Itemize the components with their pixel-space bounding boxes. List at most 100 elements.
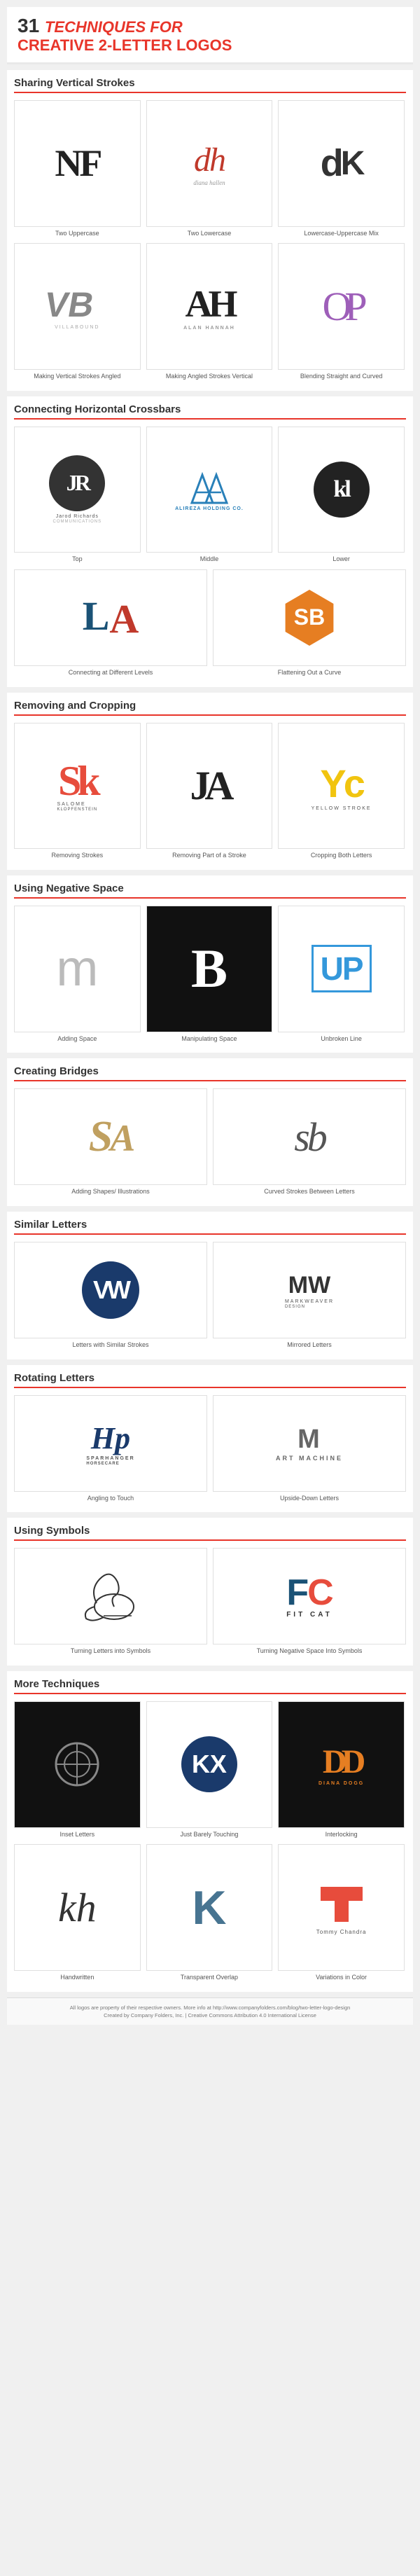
page: 31 TECHNIQUES FORCREATIVE 2-LETTER LOGOS… — [0, 0, 420, 2032]
dd-logo: DD — [323, 1743, 360, 1781]
fc-sub: FIT CAT — [286, 1611, 332, 1619]
section-title: More Techniques — [14, 1678, 406, 1694]
logo-box-tc: Tommy Chandra — [278, 1844, 405, 1971]
dd-sub: DIANA DOGG — [318, 1781, 364, 1786]
section-more: More Techniques Inset Letters — [7, 1671, 413, 1992]
logo-label: Variations in Color — [316, 1974, 367, 1982]
sp-sub: SPARHANGERHORSECARE — [86, 1456, 134, 1466]
list-item: kl Lower — [278, 427, 405, 564]
logo-grid: m Adding Space B Manipulating Space UP U… — [14, 906, 406, 1043]
section-title: Similar Letters — [14, 1219, 406, 1235]
logo-label: Letters with Similar Strokes — [72, 1341, 148, 1350]
logo-box-kt: K — [146, 1844, 273, 1971]
section-title: Using Symbols — [14, 1525, 406, 1541]
kh-logo: kh — [58, 1884, 97, 1931]
logo-label: Making Vertical Strokes Angled — [34, 373, 120, 381]
section-title: Connecting Horizontal Crossbars — [14, 403, 406, 420]
sa-logo: SA — [89, 1112, 133, 1162]
logo-grid: Inset Letters KX Just Barely Touching DD… — [14, 1701, 406, 1982]
dh-logo: dh — [194, 141, 225, 179]
kt-logo: K — [192, 1881, 226, 1935]
vb-logo-wrap: VB VILLABOUND — [46, 283, 108, 330]
logo-box-vb: VB VILLABOUND — [14, 243, 141, 370]
logo-label: Lowercase-Uppercase Mix — [304, 230, 379, 238]
list-item: MW MARKWEAVERDESIGN Mirrored Letters — [213, 1242, 406, 1350]
sb2-logo: sb — [294, 1114, 325, 1161]
section-title: Creating Bridges — [14, 1065, 406, 1081]
list-item: Hp SPARHANGERHORSECARE Angling to Touch — [14, 1395, 207, 1503]
sp-logo: Hp — [91, 1420, 130, 1456]
la-logo: LA — [83, 593, 139, 642]
logo-box-artm: M ART MACHINE — [213, 1395, 406, 1492]
section-title: Rotating Letters — [14, 1372, 406, 1388]
logo-label: Lower — [332, 555, 350, 564]
list-item: M ART MACHINE Upside-Down Letters — [213, 1395, 406, 1503]
logo-label: Cropping Both Letters — [311, 852, 372, 860]
sb-hex: SB — [281, 590, 337, 646]
logo-grid: Hp SPARHANGERHORSECARE Angling to Touch … — [14, 1395, 406, 1503]
logo-box-up: UP — [278, 906, 405, 1032]
yc-wrap: Yc YELLOW STROKE — [312, 761, 372, 811]
list-item: VB VILLABOUND Making Vertical Strokes An… — [14, 243, 141, 380]
logo-box-sk: Sk SALOMEKLOPFENSTEIN — [14, 723, 141, 850]
list-item: Tommy Chandra Variations in Color — [278, 1844, 405, 1981]
ah-logo: AH — [185, 282, 233, 326]
logo-label: Handwritten — [60, 1974, 94, 1982]
logo-label: Transparent Overlap — [181, 1974, 238, 1982]
logo-box-op: OP — [278, 243, 405, 370]
logo-label: Making Angled Strokes Vertical — [166, 373, 253, 381]
tc-wrap: Tommy Chandra — [316, 1880, 367, 1935]
tc-sub: Tommy Chandra — [316, 1929, 367, 1935]
list-item: dK Lowercase-Uppercase Mix — [278, 100, 405, 237]
list-item: Sk SALOMEKLOPFENSTEIN Removing Strokes — [14, 723, 141, 860]
artm-wrap: M ART MACHINE — [276, 1425, 343, 1462]
logo-label: Manipulating Space — [181, 1035, 237, 1044]
la-a: A — [109, 596, 139, 642]
logo-box-alireza: ALIREZA HOLDING CO. — [146, 427, 273, 553]
title-line2: CREATIVE 2-LETTER LOGOS — [18, 36, 232, 54]
list-item: dh diana hallen Two Lowercase — [146, 100, 273, 237]
logo-box-sp: Hp SPARHANGERHORSECARE — [14, 1395, 207, 1492]
logo-grid: JR Jarod RichardsCOMMUNICATIONS Top — [14, 427, 406, 677]
logo-grid: SA Adding Shapes/ Illustrations sb Curve… — [14, 1088, 406, 1196]
mw-logo: MW — [288, 1272, 330, 1299]
alireza-sub: ALIREZA HOLDING CO. — [175, 506, 244, 511]
la-l: L — [83, 593, 110, 639]
logo-box-comedy — [14, 1701, 141, 1828]
ja-logo: JA — [190, 762, 229, 809]
logo-grid: NF Two Uppercase dh diana hallen Two Low… — [14, 100, 406, 381]
list-item: B Manipulating Space — [146, 906, 273, 1043]
list-item: SB Flattening Out a Curve — [213, 569, 406, 677]
list-item: Turning Letters into Symbols — [14, 1548, 207, 1656]
logo-box-la: LA — [14, 569, 207, 666]
footer: All logos are property of their respecti… — [7, 1997, 413, 2026]
logo-box-yc: Yc YELLOW STROKE — [278, 723, 405, 850]
comedy-wrap — [52, 1740, 102, 1789]
logo-label: Curved Strokes Between Letters — [264, 1188, 355, 1196]
logo-box-kx: KX — [146, 1701, 273, 1828]
logo-box-sb: SB — [213, 569, 406, 666]
section-removing-cropping: Removing and Cropping Sk SALOMEKLOPFENST… — [7, 693, 413, 870]
dh-logo-wrap: dh diana hallen — [193, 141, 225, 186]
logo-label: Two Uppercase — [55, 230, 99, 238]
logo-label: Inset Letters — [60, 1831, 95, 1839]
mw-wrap: MW MARKWEAVERDESIGN — [285, 1272, 334, 1309]
page-title: 31 TECHNIQUES FORCREATIVE 2-LETTER LOGOS — [18, 15, 402, 54]
list-item: LA Connecting at Different Levels — [14, 569, 207, 677]
list-item: K Transparent Overlap — [146, 1844, 273, 1981]
logo-label: Adding Space — [57, 1035, 97, 1044]
logo-label: Upside-Down Letters — [280, 1495, 339, 1503]
tc-horizontal — [321, 1887, 363, 1901]
dk-logo: dK — [321, 141, 363, 185]
fc-logo: FC — [286, 1574, 332, 1611]
logo-label: Connecting at Different Levels — [69, 669, 153, 677]
ah-logo-wrap: AH ALAN HANNAH — [183, 282, 235, 331]
logo-label: Two Lowercase — [188, 230, 232, 238]
list-item: OP Blending Straight and Curved — [278, 243, 405, 380]
logo-box-jr: JR Jarod RichardsCOMMUNICATIONS — [14, 427, 141, 553]
fc-c: C — [307, 1572, 332, 1613]
logo-label: Just Barely Touching — [181, 1831, 239, 1839]
alireza-wrap: ALIREZA HOLDING CO. — [175, 468, 244, 511]
comedy-svg — [52, 1740, 102, 1789]
jr-logo-wrap: JR Jarod RichardsCOMMUNICATIONS — [49, 455, 105, 524]
